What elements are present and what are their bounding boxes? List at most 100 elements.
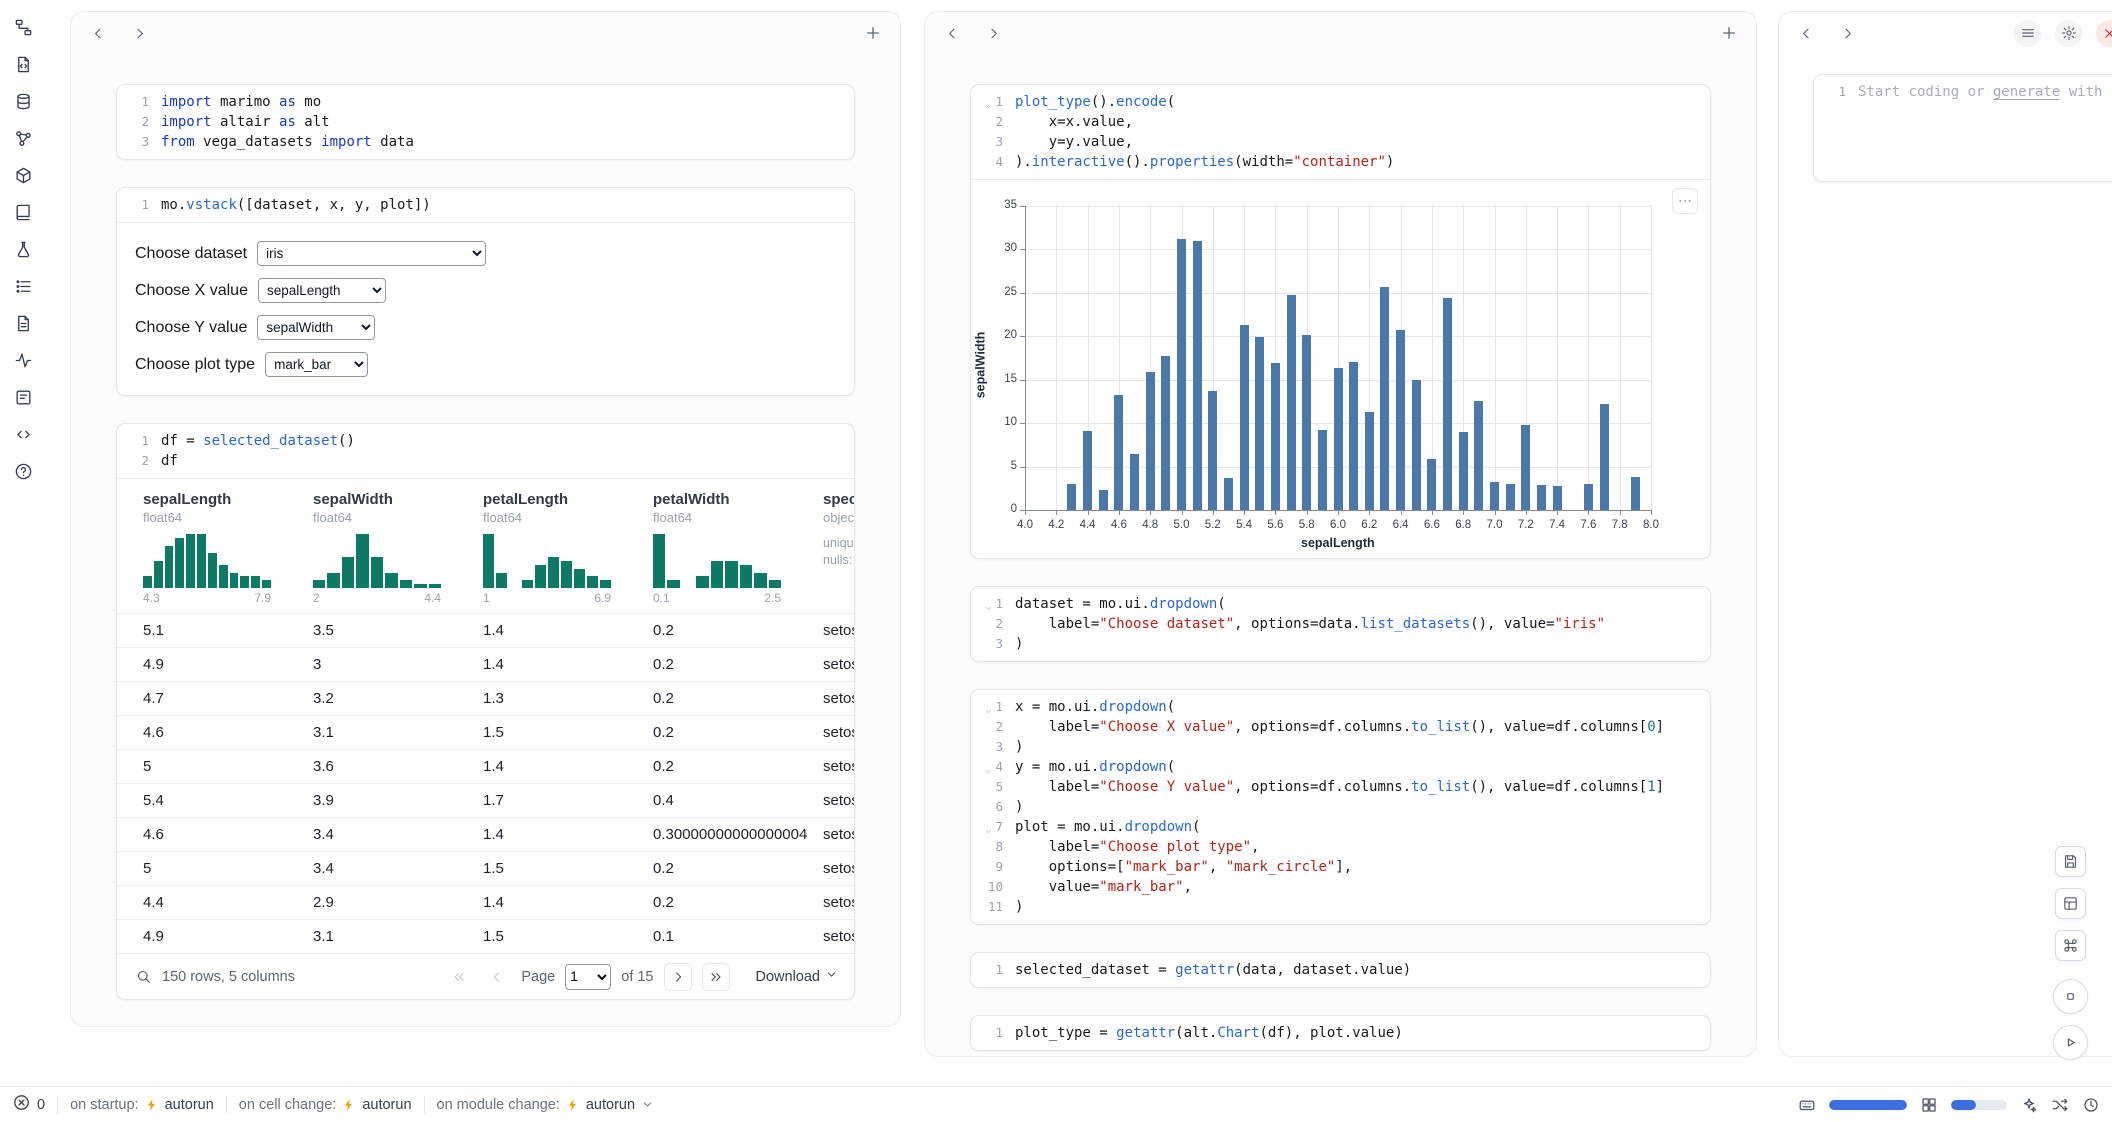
code-line[interactable]: 1mo.vstack([dataset, x, y, plot]) — [117, 195, 854, 215]
cell-chart[interactable]: 1plot_type().encode(2 x=x.value,3 y=y.va… — [970, 84, 1711, 559]
close-panel-button[interactable] — [2096, 20, 2112, 47]
history-icon[interactable] — [2082, 1096, 2100, 1114]
code-editor[interactable]: 1import marimo as mo2import altair as al… — [117, 85, 854, 159]
code-line[interactable]: 3 y=y.value, — [971, 132, 1710, 152]
code-editor[interactable]: 1plot_type().encode(2 x=x.value,3 y=y.va… — [971, 85, 1710, 179]
editor-placeholder[interactable]: Start coding or generate with — [1858, 82, 2102, 102]
cell-controls[interactable]: 1mo.vstack([dataset, x, y, plot]) Choose… — [116, 187, 855, 396]
choose-dataset-select[interactable]: iris — [257, 241, 486, 266]
code-line[interactable]: 1plot_type().encode( — [971, 92, 1710, 112]
shuffle-icon[interactable] — [2051, 1096, 2069, 1114]
cell-selected-dataset[interactable]: 1selected_dataset = getattr(data, datase… — [970, 952, 1711, 988]
code-line[interactable]: 8 label="Choose plot type", — [971, 837, 1710, 857]
column-header-species[interactable]: speciesobjectunique:nulls: — [823, 491, 855, 605]
cell-xy-plot-dropdowns[interactable]: 1x = mo.ui.dropdown(2 label="Choose X va… — [970, 689, 1711, 925]
search-icon[interactable] — [135, 968, 152, 985]
code-line[interactable]: 2 label="Choose X value", options=df.col… — [971, 717, 1710, 737]
add-column-button[interactable] — [1715, 20, 1742, 47]
code-line[interactable]: 7plot = mo.ui.dropdown( — [971, 817, 1710, 837]
list-icon[interactable] — [13, 275, 35, 297]
empty-cell-editor[interactable]: 1 Start coding or generate with — [1813, 74, 2112, 182]
code-line[interactable]: 2import altair as alt — [117, 112, 854, 132]
column-prev-button[interactable] — [85, 20, 112, 47]
code-line[interactable]: 3) — [971, 737, 1710, 757]
table-row[interactable]: 5.43.91.70.4setosa — [117, 783, 854, 817]
cell-dataset-dropdown[interactable]: 1dataset = mo.ui.dropdown(2 label="Choos… — [970, 586, 1711, 662]
generate-link[interactable]: generate — [1993, 84, 2060, 100]
cell-imports[interactable]: 1import marimo as mo2import altair as al… — [116, 84, 855, 160]
code-line[interactable]: 1import marimo as mo — [117, 92, 854, 112]
flask-icon[interactable] — [13, 238, 35, 260]
code-editor[interactable]: 1dataset = mo.ui.dropdown(2 label="Choos… — [971, 587, 1710, 661]
table-row[interactable]: 4.42.91.40.2setosa — [117, 885, 854, 919]
keyboard-icon[interactable] — [1798, 1096, 1816, 1114]
page-select[interactable]: 1 — [565, 964, 611, 990]
code-line[interactable]: 3) — [971, 634, 1710, 654]
run-setting[interactable]: on cell change:autorun — [239, 1097, 412, 1113]
table-row[interactable]: 53.41.50.2setosa — [117, 851, 854, 885]
run-setting[interactable]: on startup:autorun — [70, 1097, 214, 1113]
code-line[interactable]: 1df = selected_dataset() — [117, 431, 854, 451]
grid-icon[interactable] — [1920, 1096, 1938, 1114]
code-line[interactable]: 10 value="mark_bar", — [971, 877, 1710, 897]
code-line[interactable]: 1dataset = mo.ui.dropdown( — [971, 594, 1710, 614]
table-row[interactable]: 4.93.11.50.1setosa — [117, 919, 854, 953]
code-line[interactable]: 1selected_dataset = getattr(data, datase… — [971, 960, 1710, 980]
code-line[interactable]: 2df — [117, 451, 854, 471]
run-all-button[interactable] — [2053, 1025, 2088, 1060]
chart-actions-button[interactable] — [1672, 188, 1698, 214]
code-line[interactable]: 4).interactive().properties(width="conta… — [971, 152, 1710, 172]
column-header-petalWidth[interactable]: petalWidthfloat640.12.5 — [653, 491, 823, 605]
choose-y-value-select[interactable]: sepalWidth — [257, 315, 375, 340]
choose-plot-type-select[interactable]: mark_bar — [265, 352, 368, 377]
cell-plot-type[interactable]: 1plot_type = getattr(alt.Chart(df), plot… — [970, 1015, 1711, 1051]
cell-dataframe[interactable]: 1df = selected_dataset()2df sepalLengthf… — [116, 423, 855, 1000]
altair-chart[interactable]: 4.04.24.44.64.85.05.25.45.65.86.06.26.46… — [971, 180, 1710, 558]
code-line[interactable]: 2 label="Choose dataset", options=data.l… — [971, 614, 1710, 634]
first-page-button[interactable] — [445, 963, 473, 991]
save-button[interactable] — [2055, 846, 2086, 877]
code-editor[interactable]: 1plot_type = getattr(alt.Chart(df), plot… — [971, 1016, 1710, 1050]
table-row[interactable]: 4.931.40.2setosa — [117, 647, 854, 681]
activity-icon[interactable] — [13, 349, 35, 371]
column-next-button[interactable] — [980, 20, 1007, 47]
menu-icon[interactable] — [2014, 20, 2041, 47]
table-row[interactable]: 5.13.51.40.2setosa — [117, 613, 854, 647]
column-prev-button[interactable] — [939, 20, 966, 47]
book-icon[interactable] — [13, 201, 35, 223]
errors-indicator[interactable]: 0 — [12, 1093, 45, 1116]
document-icon[interactable] — [13, 312, 35, 334]
code-line[interactable]: 1x = mo.ui.dropdown( — [971, 697, 1710, 717]
code-line[interactable]: 3from vega_datasets import data — [117, 132, 854, 152]
table-row[interactable]: 4.63.41.40.30000000000000004setosa — [117, 817, 854, 851]
run-setting[interactable]: on module change:autorun — [437, 1097, 655, 1113]
code-editor[interactable]: 1x = mo.ui.dropdown(2 label="Choose X va… — [971, 690, 1710, 924]
table-row[interactable]: 4.73.21.30.2setosa — [117, 681, 854, 715]
workflow-icon[interactable] — [13, 16, 35, 38]
package-icon[interactable] — [13, 164, 35, 186]
choose-x-value-select[interactable]: sepalLength — [258, 278, 386, 303]
download-button[interactable]: Download — [756, 968, 839, 985]
file-code-icon[interactable] — [13, 53, 35, 75]
snippets-icon[interactable] — [13, 423, 35, 445]
code-editor[interactable]: 1mo.vstack([dataset, x, y, plot]) — [117, 188, 854, 222]
code-line[interactable]: 5 label="Choose Y value", options=df.col… — [971, 777, 1710, 797]
scratchpad-icon[interactable] — [13, 386, 35, 408]
code-line[interactable]: 6) — [971, 797, 1710, 817]
code-line[interactable]: 4y = mo.ui.dropdown( — [971, 757, 1710, 777]
column-header-petalLength[interactable]: petalLengthfloat6416.9 — [483, 491, 653, 605]
panel-next-button[interactable] — [1834, 20, 1861, 47]
last-page-button[interactable] — [702, 963, 730, 991]
help-icon[interactable] — [13, 460, 35, 482]
database-icon[interactable] — [13, 90, 35, 112]
panel-prev-button[interactable] — [1793, 20, 1820, 47]
column-header-sepalWidth[interactable]: sepalWidthfloat6424.4 — [313, 491, 483, 605]
column-next-button[interactable] — [126, 20, 153, 47]
code-line[interactable]: 2 x=x.value, — [971, 112, 1710, 132]
code-editor[interactable]: 1selected_dataset = getattr(data, datase… — [971, 953, 1710, 987]
nodes-icon[interactable] — [13, 127, 35, 149]
code-line[interactable]: 1plot_type = getattr(alt.Chart(df), plot… — [971, 1023, 1710, 1043]
table-row[interactable]: 4.63.11.50.2setosa — [117, 715, 854, 749]
next-page-button[interactable] — [664, 963, 692, 991]
column-header-sepalLength[interactable]: sepalLengthfloat644.37.9 — [143, 491, 313, 605]
